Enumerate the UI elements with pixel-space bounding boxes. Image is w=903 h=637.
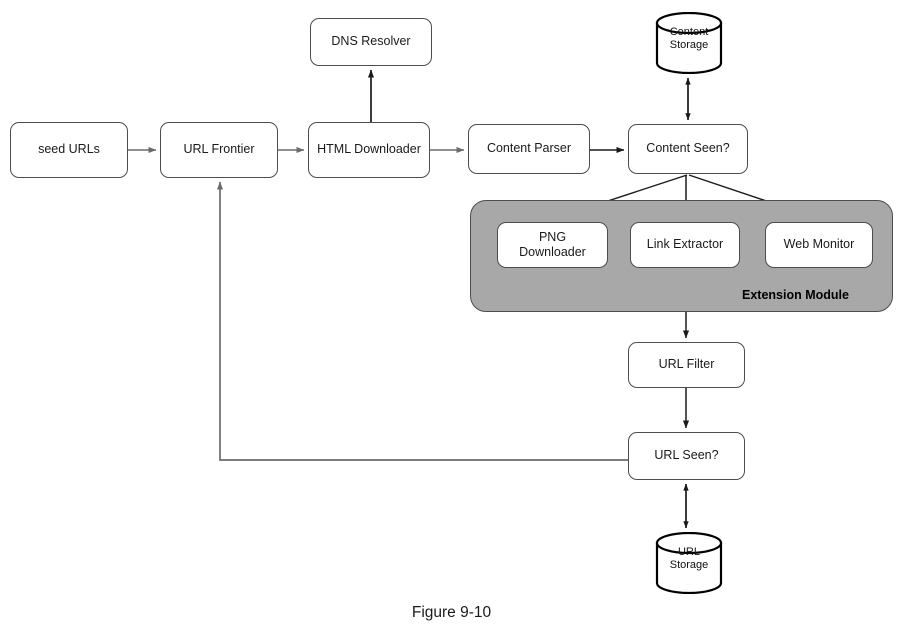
node-content-parser[interactable]: Content Parser: [468, 124, 590, 174]
figure-caption: Figure 9-10: [411, 604, 492, 621]
node-url-seen[interactable]: URL Seen?: [628, 432, 745, 480]
edge-layer: [128, 69, 818, 529]
node-link-extractor[interactable]: Link Extractor: [630, 222, 740, 268]
node-html-downloader[interactable]: HTML Downloader: [308, 122, 430, 178]
node-png-downloader[interactable]: PNG Downloader: [497, 222, 608, 268]
node-url-frontier[interactable]: URL Frontier: [160, 122, 278, 178]
storage-content-storage[interactable]: [655, 11, 723, 75]
node-seed-urls[interactable]: seed URLs: [10, 122, 128, 178]
storage-url-storage[interactable]: [655, 531, 723, 595]
node-dns-resolver[interactable]: DNS Resolver: [310, 18, 432, 66]
node-web-monitor[interactable]: Web Monitor: [765, 222, 873, 268]
node-content-seen[interactable]: Content Seen?: [628, 124, 748, 174]
diagram-canvas: Extension Module seed URLs URL Frontier …: [0, 0, 903, 637]
group-extension-module-label: Extension Module: [742, 288, 849, 302]
node-url-filter[interactable]: URL Filter: [628, 342, 745, 388]
